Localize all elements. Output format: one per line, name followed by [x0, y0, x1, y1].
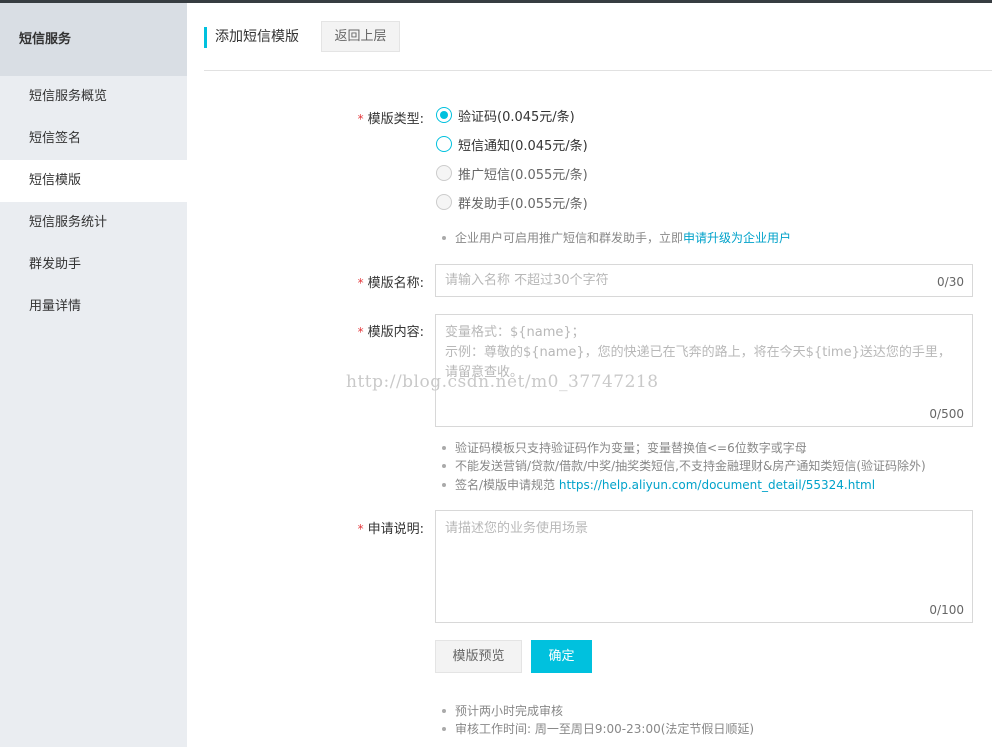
sidebar-item-template[interactable]: 短信模版: [0, 160, 187, 202]
main-content: 添加短信模版 返回上层 * 模版类型: 验证码(0.045元/条) 短信通知(0.…: [204, 3, 992, 747]
required-star: *: [357, 325, 364, 339]
template-name-input[interactable]: 请输入名称 不超过30个字符 0/30: [435, 264, 973, 297]
application-desc-textarea[interactable]: 请描述您的业务使用场景 0/100: [435, 510, 973, 623]
content-label: * 模版内容:: [357, 325, 424, 340]
radio-notification[interactable]: 短信通知(0.045元/条): [436, 134, 588, 154]
required-star: *: [357, 522, 364, 536]
desc-char-count: 0/100: [929, 603, 964, 617]
content-placeholder: 变量格式：${name}； 示例：尊敬的${name}，您的快递已在飞奔的路上，将…: [445, 325, 951, 380]
desc-placeholder: 请描述您的业务使用场景: [445, 521, 589, 536]
page-header: 添加短信模版 返回上层: [204, 3, 992, 71]
sidebar-item-signature[interactable]: 短信签名: [0, 118, 187, 160]
type-label: * 模版类型:: [357, 112, 424, 127]
content-tip: 不能发送营销/贷款/借款/中奖/抽奖类短信,不支持金融理财&房产通知类短信(验证…: [442, 457, 926, 475]
back-button[interactable]: 返回上层: [321, 21, 400, 52]
spec-link[interactable]: https://help.aliyun.com/document_detail/…: [559, 478, 875, 492]
bullet-icon: [442, 708, 446, 713]
sidebar-item-overview[interactable]: 短信服务概览: [0, 76, 187, 118]
content-tip: 验证码模板只支持验证码作为变量；变量替换值<=6位数字或字母: [442, 439, 807, 457]
content-tip: 签名/模版申请规范 https://help.aliyun.com/docume…: [442, 476, 875, 494]
name-placeholder: 请输入名称 不超过30个字符: [445, 273, 609, 288]
content-char-count: 0/500: [929, 407, 964, 421]
required-star: *: [357, 276, 364, 290]
sidebar-item-statistics[interactable]: 短信服务统计: [0, 202, 187, 244]
radio-checked-icon: [436, 107, 452, 123]
bullet-icon: [442, 482, 446, 487]
sidebar-title: 短信服务: [0, 3, 187, 76]
sidebar-item-usage[interactable]: 用量详情: [0, 286, 187, 328]
upgrade-link[interactable]: 申请升级为企业用户: [683, 231, 791, 245]
radio-bulk-assistant[interactable]: 群发助手(0.055元/条): [436, 192, 588, 212]
radio-icon: [436, 136, 452, 152]
bullet-icon: [442, 726, 446, 731]
review-tip: 审核工作时间: 周一至周日9:00-23:00(法定节假日顺延): [442, 720, 754, 738]
bullet-icon: [442, 463, 446, 468]
bullet-icon: [442, 445, 446, 450]
radio-disabled-icon: [436, 165, 452, 181]
sidebar: 短信服务 短信服务概览 短信签名 短信模版 短信服务统计 群发助手 用量详情: [0, 3, 187, 747]
preview-button[interactable]: 模版预览: [435, 640, 522, 673]
radio-promotion[interactable]: 推广短信(0.055元/条): [436, 163, 588, 183]
template-content-textarea[interactable]: 变量格式：${name}； 示例：尊敬的${name}，您的快递已在飞奔的路上，将…: [435, 314, 973, 427]
radio-disabled-icon: [436, 194, 452, 210]
sidebar-item-bulk-assistant[interactable]: 群发助手: [0, 244, 187, 286]
required-star: *: [357, 112, 364, 126]
bullet-icon: [442, 235, 446, 240]
upgrade-tip: 企业用户可启用推广短信和群发助手，立即申请升级为企业用户: [442, 229, 791, 247]
name-char-count: 0/30: [937, 275, 964, 289]
page-title: 添加短信模版: [204, 27, 299, 48]
submit-button[interactable]: 确定: [531, 640, 592, 673]
review-tip: 预计两小时完成审核: [442, 702, 563, 720]
name-label: * 模版名称:: [357, 276, 424, 291]
radio-verification[interactable]: 验证码(0.045元/条): [436, 105, 575, 125]
desc-label: * 申请说明:: [357, 522, 424, 537]
